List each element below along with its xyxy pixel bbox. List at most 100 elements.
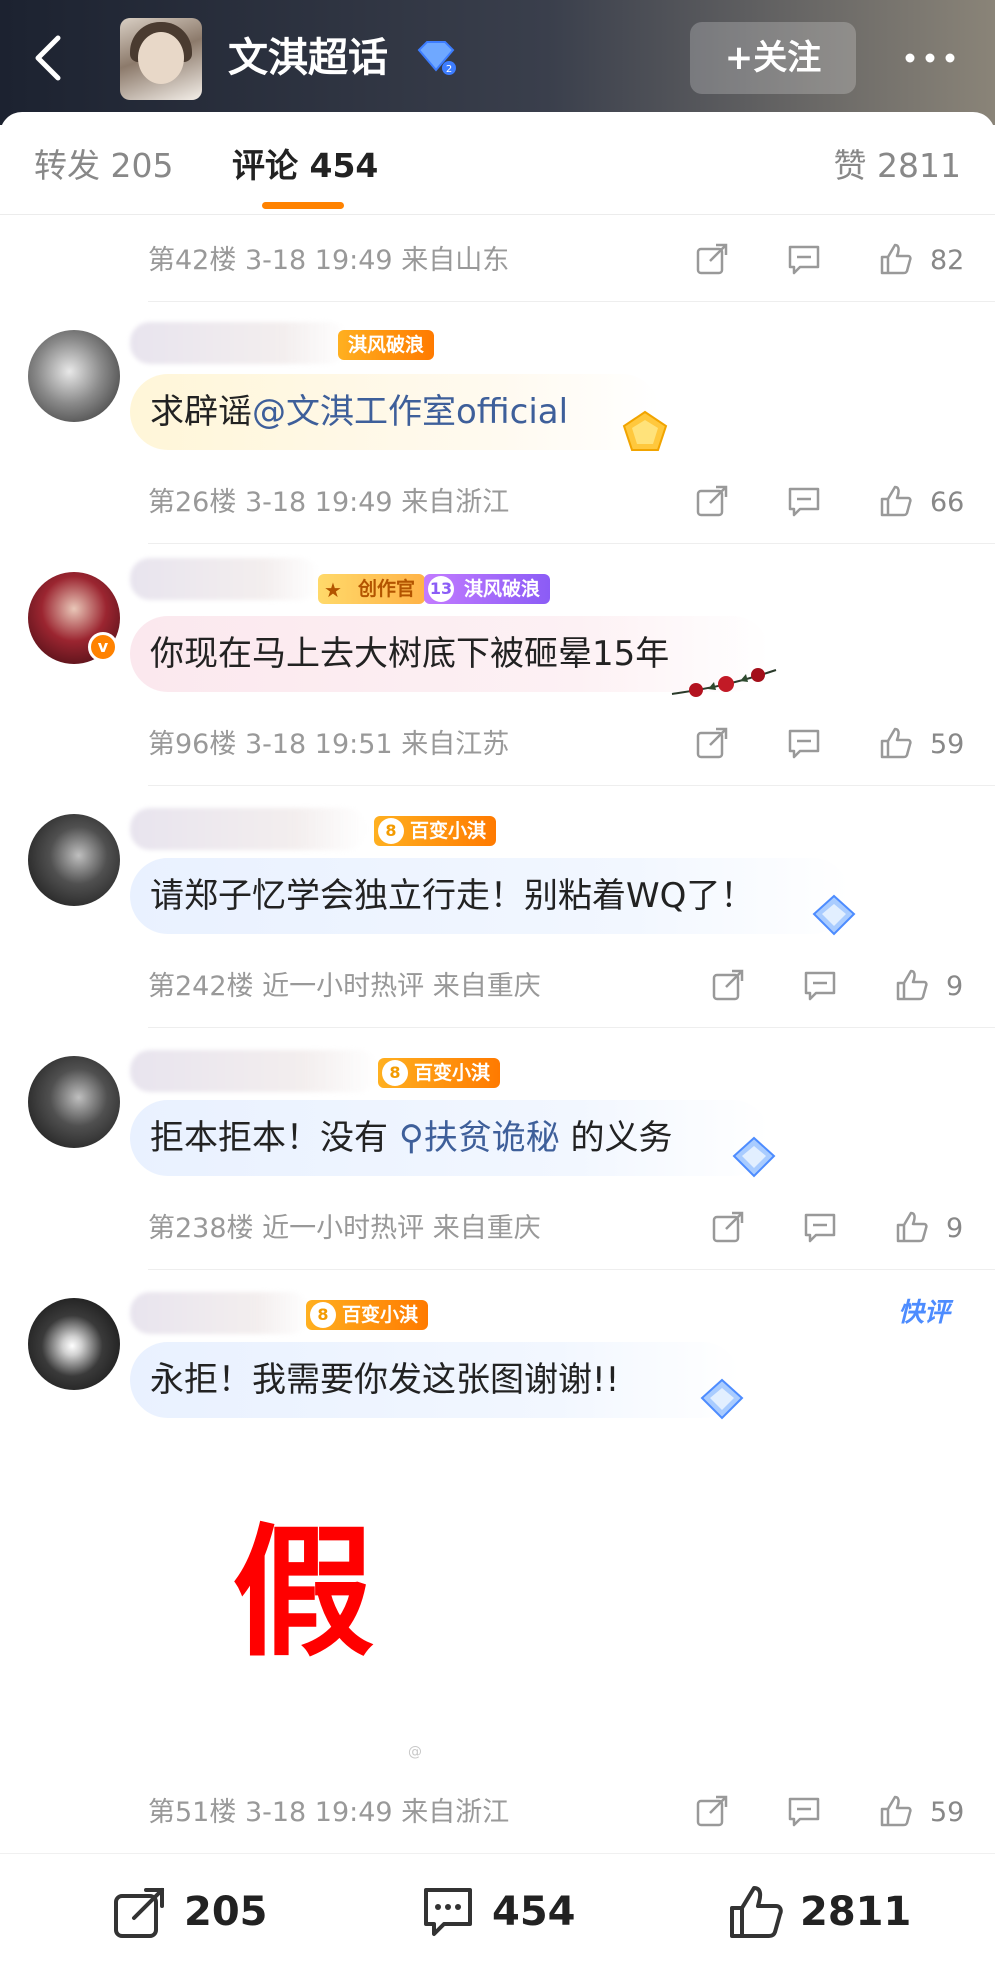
like-button[interactable] [894,967,930,1007]
comment-meta: 第26楼 3-18 19:49 来自浙江 [148,487,510,518]
share-icon [696,485,728,517]
more-options-icon[interactable] [900,40,960,76]
like-button[interactable] [894,1209,930,1249]
comment-icon [424,1888,472,1936]
reply-button[interactable] [786,1793,822,1833]
comment-icon [788,1797,820,1827]
divider [148,543,995,544]
reply-button[interactable] [786,725,822,765]
tab-like[interactable]: 赞 2811 [834,142,961,190]
comment-count: 454 [492,1889,576,1935]
verified-badge-icon: v [88,632,118,662]
badge-label: 百变小淇 [414,1062,491,1084]
comment-icon [804,971,836,1001]
comment-icon [804,1213,836,1243]
avatar[interactable] [28,330,120,422]
username-blurred[interactable] [130,1050,378,1092]
bottom-action-bar: 205 454 2811 [0,1853,995,1969]
share-icon [696,243,728,275]
fan-badge[interactable]: 淇风破浪 [338,330,435,360]
creator-icon: ★ [324,578,342,602]
thumbs-up-icon [730,1886,783,1938]
like-count: 2811 [800,1889,912,1935]
reply-button[interactable] [786,483,822,523]
username-blurred[interactable] [130,558,320,600]
divider [0,214,995,215]
blue-gem-icon [732,1136,776,1178]
badge-label: 百变小淇 [410,820,487,842]
creator-badge[interactable]: ★ 创作官 [318,574,426,604]
quick-review-label[interactable]: 快评 [898,1292,950,1329]
tab-comment[interactable]: 评论 454 [232,142,378,190]
share-button[interactable] [694,241,730,281]
divider [148,1269,995,1270]
share-button[interactable] [694,1793,730,1833]
avatar[interactable] [28,1298,120,1390]
follow-button[interactable]: +关注 [690,22,856,94]
fan-badge[interactable]: 13 淇风破浪 [424,574,551,604]
reply-button[interactable] [786,241,822,281]
like-button[interactable] [878,483,914,523]
comment-text-body: 的义务 [570,1118,673,1158]
comment-icon [788,729,820,759]
share-button[interactable] [710,1209,746,1249]
like-button[interactable] [878,241,914,281]
like-button[interactable] [878,1793,914,1833]
comment-text: 拒本拒本！没有 ⚲扶贫诡秘 的义务 [130,1100,770,1176]
divider [148,785,995,786]
blue-gem-icon [700,1378,744,1420]
like-count: 82 [930,245,965,276]
repost-button[interactable]: 205 [110,1880,280,1944]
divider [148,1027,995,1028]
comment-text: 请郑子忆学会独立行走！别粘着WQ了！ [130,858,850,934]
username-blurred[interactable] [130,1292,310,1334]
like-count: 59 [930,729,965,760]
comment-icon [788,487,820,517]
search-icon: ⚲ [398,1118,424,1158]
badge-level: 8 [310,1302,336,1328]
thumbs-up-icon [880,243,912,275]
like-count: 9 [946,971,964,1002]
comment-text: 永拒！我需要你发这张图谢谢!! [130,1342,740,1418]
reply-button[interactable] [802,967,838,1007]
tab-repost[interactable]: 转发 205 [34,142,173,190]
topic-label: 扶贫诡秘 [423,1118,560,1158]
thumbs-up-icon [880,1795,912,1827]
topic-link[interactable]: ⚲扶贫诡秘 [399,1118,560,1158]
like-button[interactable] [878,725,914,765]
comment-button[interactable]: 454 [418,1880,588,1944]
username-blurred[interactable] [130,322,348,364]
avatar[interactable] [28,814,120,906]
share-icon [696,727,728,759]
like-count: 9 [946,1213,964,1244]
like-button[interactable]: 2811 [726,1880,916,1944]
mention-link[interactable]: @文淇工作室official [252,392,568,432]
fan-badge[interactable]: 8 百变小淇 [306,1300,429,1330]
comment-text-body: 拒本拒本！没有 [150,1118,388,1158]
share-button[interactable] [694,483,730,523]
like-count: 59 [930,1797,965,1828]
gold-gem-icon [622,410,668,451]
back-button[interactable] [28,30,68,86]
comment-meta: 第242楼 近一小时热评 来自重庆 [148,971,541,1002]
reply-button[interactable] [802,1209,838,1249]
thumbs-up-icon [880,727,912,759]
thumbs-up-icon [896,969,928,1001]
comment-meta: 第238楼 近一小时热评 来自重庆 [148,1213,541,1244]
supertopic-avatar[interactable] [120,18,202,100]
avatar[interactable] [28,1056,120,1148]
supertopic-title[interactable]: 文淇超话 [228,30,388,86]
diamond-level-icon: 2 [417,41,456,75]
username-blurred[interactable] [130,808,366,850]
fan-badge[interactable]: 8 百变小淇 [374,816,497,846]
active-tab-indicator [262,202,344,209]
share-button[interactable] [694,725,730,765]
share-button[interactable] [710,967,746,1007]
comment-meta: 第42楼 3-18 19:49 来自山东 [148,245,510,276]
top-header: 文淇超话 2 +关注 [0,0,995,125]
fan-badge[interactable]: 8 百变小淇 [378,1058,501,1088]
comment-meta: 第96楼 3-18 19:51 来自江苏 [148,729,510,760]
badge-level: 8 [378,818,404,844]
comment-image-fake-mark[interactable]: 假 [228,1514,378,1674]
comment-text-body: 求辟谣 [150,392,252,432]
